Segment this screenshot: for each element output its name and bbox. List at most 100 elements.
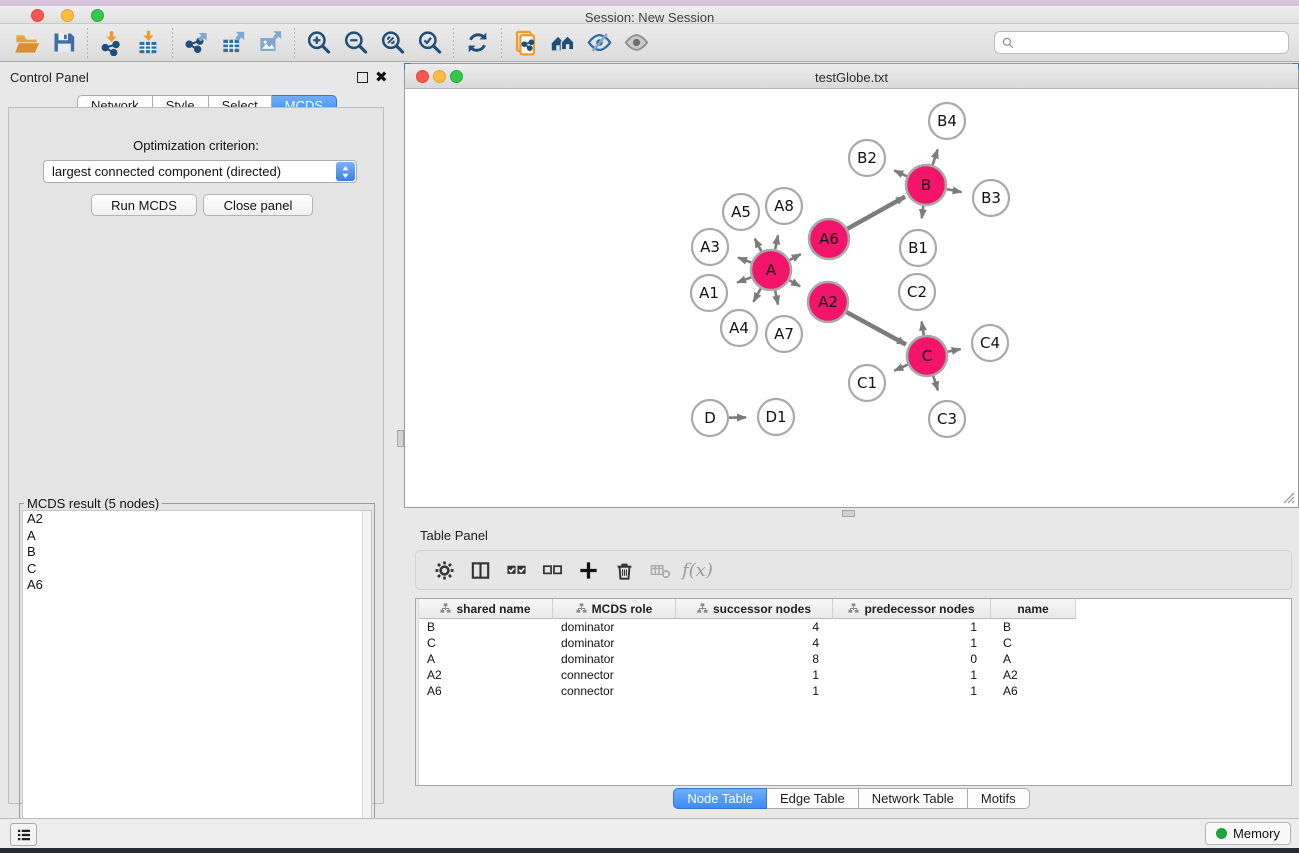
float-panel-icon[interactable] bbox=[357, 72, 368, 83]
node-B1[interactable]: B1 bbox=[900, 230, 936, 266]
node-A5[interactable]: A5 bbox=[723, 194, 759, 230]
column-header-MCDS-role[interactable]: MCDS role bbox=[553, 599, 676, 619]
settings-button[interactable] bbox=[426, 554, 462, 586]
add-column-button[interactable] bbox=[570, 554, 606, 586]
close-panel-button[interactable]: Close panel bbox=[203, 194, 313, 216]
edge-A6-B[interactable] bbox=[847, 197, 905, 229]
node-A7[interactable]: A7 bbox=[766, 316, 802, 352]
edge-A-A2[interactable] bbox=[789, 280, 800, 286]
hide-selected-button[interactable] bbox=[581, 27, 618, 59]
node-C3[interactable]: C3 bbox=[929, 401, 965, 437]
search-input[interactable] bbox=[994, 31, 1289, 54]
edge-A-A6[interactable] bbox=[790, 254, 801, 260]
table-cell[interactable]: dominator bbox=[553, 619, 676, 635]
node-C2[interactable]: C2 bbox=[899, 274, 935, 310]
table-cell[interactable]: C bbox=[991, 635, 1076, 651]
run-mcds-button[interactable]: Run MCDS bbox=[91, 194, 197, 216]
edge-A-A4[interactable] bbox=[753, 288, 760, 301]
table-cell[interactable]: A6 bbox=[419, 683, 553, 699]
new-network-from-selection-button[interactable] bbox=[507, 27, 544, 59]
table-cell[interactable]: 1 bbox=[833, 635, 991, 651]
export-image-button[interactable] bbox=[252, 27, 289, 59]
mcds-result-item[interactable]: A2 bbox=[23, 511, 371, 528]
select-all-button[interactable] bbox=[498, 554, 534, 586]
show-all-button[interactable] bbox=[618, 27, 655, 59]
edge-C-C4[interactable] bbox=[948, 349, 961, 352]
edge-C-C1[interactable] bbox=[894, 365, 907, 371]
mcds-result-item[interactable]: C bbox=[23, 561, 371, 578]
tab-motifs[interactable]: Motifs bbox=[968, 788, 1030, 809]
zoom-out-button[interactable] bbox=[337, 27, 374, 59]
node-B3[interactable]: B3 bbox=[973, 180, 1009, 216]
mcds-result-item[interactable]: A bbox=[23, 528, 371, 545]
node-table[interactable]: shared nameMCDS rolesuccessor nodesprede… bbox=[415, 598, 1292, 786]
table-row[interactable]: Cdominator41C bbox=[419, 635, 1076, 651]
mcds-result-item[interactable]: A6 bbox=[23, 577, 371, 594]
edge-A-A8[interactable] bbox=[775, 235, 778, 249]
node-A4[interactable]: A4 bbox=[721, 310, 757, 346]
table-row[interactable]: Bdominator41B bbox=[419, 619, 1076, 635]
import-network-button[interactable] bbox=[93, 27, 130, 59]
table-cell[interactable]: C bbox=[419, 635, 553, 651]
table-cell[interactable]: A2 bbox=[419, 667, 553, 683]
node-A6[interactable]: A6 bbox=[809, 219, 849, 259]
table-mode-button[interactable] bbox=[462, 554, 498, 586]
table-row[interactable]: Adominator80A bbox=[419, 651, 1076, 667]
table-cell[interactable]: dominator bbox=[553, 651, 676, 667]
table-cell[interactable]: A6 bbox=[991, 683, 1076, 699]
table-cell[interactable]: dominator bbox=[553, 635, 676, 651]
mcds-result-item[interactable]: B bbox=[23, 544, 371, 561]
edge-B-B1[interactable] bbox=[922, 206, 924, 218]
mcds-result-list[interactable]: A2ABCA6 bbox=[22, 510, 372, 837]
export-table-button[interactable] bbox=[215, 27, 252, 59]
node-C4[interactable]: C4 bbox=[972, 325, 1008, 361]
table-cell[interactable]: 8 bbox=[676, 651, 833, 667]
table-row[interactable]: A6connector11A6 bbox=[419, 683, 1076, 699]
table-row[interactable]: A2connector11A2 bbox=[419, 667, 1076, 683]
table-cell[interactable]: B bbox=[991, 619, 1076, 635]
node-D1[interactable]: D1 bbox=[758, 399, 794, 435]
zoom-selected-button[interactable] bbox=[411, 27, 448, 59]
column-header-name[interactable]: name bbox=[991, 599, 1076, 619]
function-builder-button[interactable]: f(x) bbox=[682, 560, 713, 581]
table-cell[interactable]: 4 bbox=[676, 619, 833, 635]
memory-button[interactable]: Memory bbox=[1205, 822, 1291, 845]
node-B2[interactable]: B2 bbox=[849, 140, 885, 176]
delete-column-button[interactable] bbox=[606, 554, 642, 586]
tab-network-table[interactable]: Network Table bbox=[859, 788, 968, 809]
node-A2[interactable]: A2 bbox=[808, 282, 848, 322]
table-cell[interactable]: connector bbox=[553, 667, 676, 683]
table-cell[interactable]: 1 bbox=[833, 619, 991, 635]
import-table-button[interactable] bbox=[130, 27, 167, 59]
tab-node-table[interactable]: Node Table bbox=[673, 788, 767, 809]
splitter-grip[interactable] bbox=[397, 430, 404, 447]
edge-A-A5[interactable] bbox=[755, 239, 762, 252]
delete-table-button[interactable] bbox=[642, 554, 678, 586]
close-panel-icon[interactable]: ✖ bbox=[375, 72, 388, 83]
zoom-fit-button[interactable] bbox=[374, 27, 411, 59]
node-B[interactable]: B bbox=[906, 165, 946, 205]
save-session-button[interactable] bbox=[45, 27, 82, 59]
node-D[interactable]: D bbox=[692, 400, 728, 436]
node-C[interactable]: C bbox=[907, 336, 947, 376]
apply-layout-button[interactable] bbox=[459, 27, 496, 59]
edge-B-B2[interactable] bbox=[894, 170, 907, 176]
node-A8[interactable]: A8 bbox=[766, 188, 802, 224]
edge-A-A7[interactable] bbox=[775, 291, 778, 305]
edge-C-C2[interactable] bbox=[922, 322, 924, 336]
edge-B-B4[interactable] bbox=[933, 150, 938, 166]
scrollbar-track[interactable] bbox=[362, 511, 371, 836]
task-history-button[interactable] bbox=[10, 823, 37, 846]
network-window-titlebar[interactable]: testGlobe.txt bbox=[405, 64, 1298, 89]
table-cell[interactable]: connector bbox=[553, 683, 676, 699]
splitter-grip[interactable] bbox=[842, 510, 855, 517]
table-cell[interactable]: 1 bbox=[676, 667, 833, 683]
edge-B-B3[interactable] bbox=[947, 189, 962, 192]
node-C1[interactable]: C1 bbox=[849, 365, 885, 401]
table-cell[interactable]: A bbox=[419, 651, 553, 667]
table-cell[interactable]: A bbox=[991, 651, 1076, 667]
table-cell[interactable]: 1 bbox=[833, 667, 991, 683]
column-header-successor-nodes[interactable]: successor nodes bbox=[676, 599, 833, 619]
edge-A-A3[interactable] bbox=[738, 258, 751, 263]
network-canvas[interactable]: B4B2BB3A5A8A6A3B1AA1C2A2A4A7C4CC1C3DD1 bbox=[405, 89, 1298, 507]
